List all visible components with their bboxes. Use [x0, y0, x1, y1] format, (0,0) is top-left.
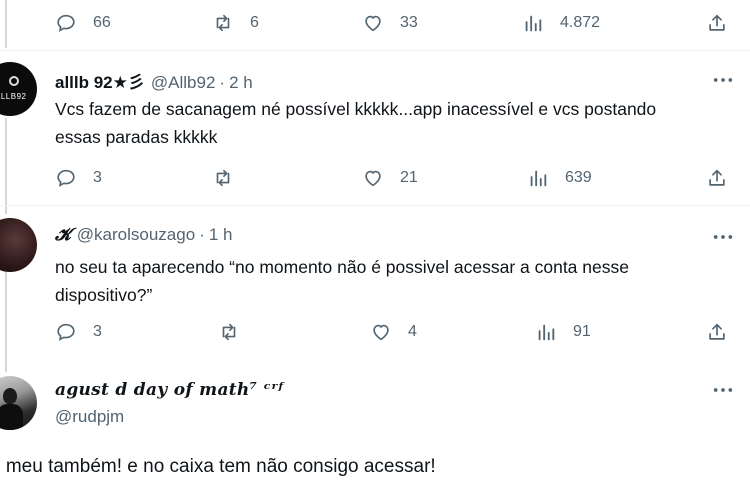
like-count: 33	[400, 14, 418, 31]
share-button[interactable]	[706, 8, 728, 38]
avatar[interactable]: ALLB92	[0, 62, 37, 116]
tweet-text: o meu também! e no caixa tem não consigo…	[0, 456, 436, 477]
share-icon	[709, 169, 725, 186]
reply-text: Vcs fazem de sacanagem né possível kkkkk…	[55, 99, 657, 147]
heart-icon	[365, 15, 381, 32]
more-options-button[interactable]	[710, 380, 736, 400]
views-count: 91	[573, 323, 591, 340]
display-name[interactable]: agust d day of math⁷ ᶜʳᶠ	[55, 380, 283, 400]
like-button[interactable]: 21	[362, 163, 418, 193]
avatar-text: ALLB92	[0, 92, 27, 101]
heart-icon	[373, 324, 389, 341]
reply-count: 3	[93, 323, 102, 340]
reply-button[interactable]: 3	[55, 163, 102, 193]
separator-dot: ·	[219, 73, 226, 92]
reply-button[interactable]: 3	[55, 317, 102, 347]
repost-icon	[216, 169, 230, 187]
separator-dot: ·	[199, 225, 205, 244]
like-button[interactable]: 4	[370, 317, 417, 347]
divider	[0, 50, 750, 51]
reply-icon	[57, 169, 75, 187]
avatar[interactable]	[0, 218, 37, 272]
share-icon	[709, 14, 725, 31]
share-icon	[709, 323, 725, 340]
author-name: agust d day of math⁷ ᶜʳᶠ	[55, 380, 283, 400]
repost-button[interactable]: 6	[212, 8, 259, 38]
avatar-logo-icon	[9, 76, 19, 86]
more-icon	[713, 235, 733, 239]
repost-button[interactable]	[218, 317, 240, 347]
reply-actions: 3 4 91	[0, 317, 750, 347]
views-icon	[530, 170, 547, 187]
views-icon	[538, 324, 555, 341]
reply-button[interactable]: 66	[55, 8, 111, 38]
avatar[interactable]	[0, 376, 37, 430]
avatar-figure-icon	[3, 388, 17, 404]
display-name[interactable]: alllb 92★彡	[55, 68, 145, 93]
views-button[interactable]: 639	[527, 163, 592, 193]
repost-button[interactable]	[212, 163, 234, 193]
like-button[interactable]: 33	[362, 8, 418, 38]
reply-count: 3	[93, 169, 102, 186]
repost-icon	[216, 14, 230, 32]
top-tweet-actions: 66 6 33 4.872	[0, 8, 750, 38]
reply-header: 𝓚 @karolsouzago · 1 h	[55, 225, 233, 245]
reply-actions: 3 21 639	[0, 163, 750, 193]
more-options-button[interactable]	[710, 70, 736, 90]
repost-icon	[222, 323, 236, 341]
share-button[interactable]	[706, 317, 728, 347]
reply-icon	[57, 323, 75, 341]
reply-text: no seu ta aparecendo “no momento não é p…	[55, 257, 629, 305]
like-count: 21	[400, 169, 418, 186]
reply-icon	[57, 14, 75, 32]
user-handle[interactable]: @Allb92	[151, 73, 216, 93]
views-button[interactable]: 91	[535, 317, 591, 347]
more-options-button[interactable]	[710, 227, 736, 247]
timestamp[interactable]: 1 h	[209, 225, 233, 245]
display-name[interactable]: 𝓚	[55, 225, 71, 245]
views-count: 4.872	[560, 14, 601, 31]
share-button[interactable]	[706, 163, 728, 193]
avatar-body-icon	[0, 404, 23, 430]
repost-count: 6	[250, 14, 259, 31]
reply-count: 66	[93, 14, 111, 31]
divider	[0, 205, 750, 206]
timestamp[interactable]: 2 h	[229, 73, 253, 93]
more-icon	[713, 388, 733, 392]
user-handle[interactable]: @karolsouzago	[77, 225, 195, 245]
views-icon	[525, 15, 542, 32]
reply-header: alllb 92★彡 @Allb92 · 2 h	[55, 68, 253, 93]
like-count: 4	[408, 323, 417, 340]
views-count: 639	[565, 169, 592, 186]
heart-icon	[365, 170, 381, 187]
user-handle[interactable]: @rudpjm	[55, 407, 124, 427]
views-button[interactable]: 4.872	[522, 8, 600, 38]
more-icon	[713, 78, 733, 82]
